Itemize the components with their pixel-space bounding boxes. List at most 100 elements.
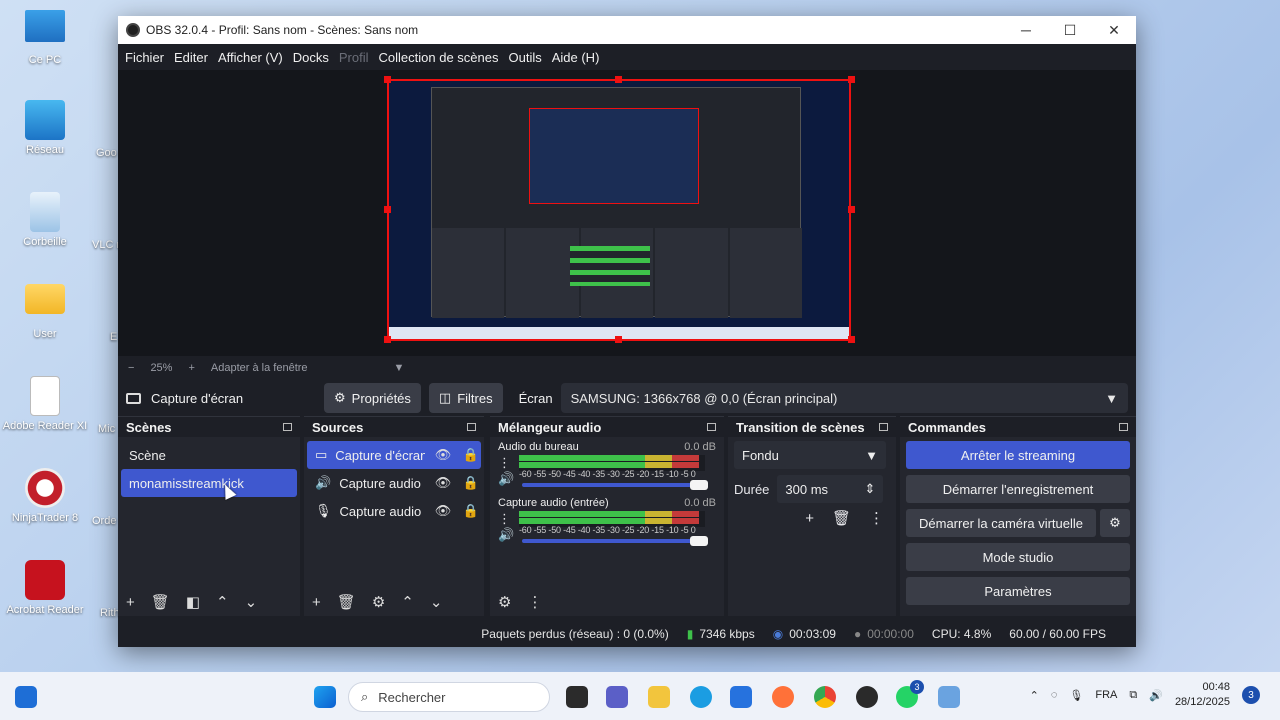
undock-icon[interactable] [467, 423, 476, 431]
title-bar[interactable]: OBS 32.0.4 - Profil: Sans nom - Scènes: … [118, 16, 1136, 44]
teams-icon[interactable] [606, 686, 628, 708]
desktop-icon-acrobat-reader[interactable]: Acrobat Reader [0, 560, 93, 616]
preview-canvas[interactable] [387, 79, 851, 341]
eye-icon[interactable]: 👁 [433, 447, 453, 463]
notification-badge[interactable]: 3 [1242, 686, 1260, 704]
desktop-icon-ninjatrader[interactable]: NinjaTrader 8 [0, 468, 93, 524]
lock-icon[interactable]: 🔒 [461, 475, 481, 491]
trash-icon[interactable]: 🗑 [832, 509, 851, 527]
start-recording-button[interactable]: Démarrer l'enregistrement [906, 475, 1130, 503]
eye-icon[interactable]: 👁 [433, 503, 453, 519]
move-up-icon[interactable]: ⌃ [216, 593, 229, 611]
chrome-icon[interactable] [814, 686, 836, 708]
resize-handle[interactable] [848, 76, 855, 83]
add-icon[interactable]: + [126, 594, 135, 611]
undock-icon[interactable] [879, 423, 888, 431]
display-icon[interactable]: ⧉ [1129, 689, 1137, 702]
move-down-icon[interactable]: ⌄ [245, 593, 258, 611]
volume-slider[interactable] [522, 480, 709, 490]
trash-icon[interactable]: 🗑 [151, 593, 170, 611]
add-icon[interactable]: + [312, 594, 321, 611]
microphone-icon[interactable]: 🎙 [1069, 689, 1083, 702]
undock-icon[interactable] [1119, 423, 1128, 431]
zoom-out-button[interactable]: − [128, 362, 134, 374]
duration-input[interactable]: 300 ms ⇕ [777, 475, 884, 503]
resize-handle[interactable] [384, 336, 391, 343]
scene-item-selected[interactable]: monamisstreamkick [121, 469, 297, 497]
edge-icon[interactable] [690, 686, 712, 708]
menu-fichier[interactable]: Fichier [120, 50, 169, 65]
move-down-icon[interactable]: ⌄ [430, 593, 443, 611]
menu-afficher[interactable]: Afficher (V) [213, 50, 288, 65]
gear-icon[interactable]: ⚙ [1100, 509, 1130, 537]
gear-icon[interactable]: ⚙ [372, 593, 385, 611]
resize-handle[interactable] [848, 206, 855, 213]
resize-handle[interactable] [615, 76, 622, 83]
obs-icon[interactable] [856, 686, 878, 708]
resize-handle[interactable] [384, 76, 391, 83]
close-button[interactable]: ✕ [1092, 16, 1136, 44]
desktop-icon-corbeille[interactable]: Corbeille [0, 192, 93, 248]
source-item[interactable]: ▭ Capture d'écran 👁 🔒 [307, 441, 481, 469]
desktop-icon-ce-pc[interactable]: Ce PC [0, 10, 93, 66]
transition-select[interactable]: Fondu ▼ [734, 441, 886, 469]
menu-outils[interactable]: Outils [503, 50, 546, 65]
undock-icon[interactable] [707, 423, 716, 431]
speaker-icon[interactable]: 🔊 [498, 527, 514, 543]
taskbar-search[interactable]: ⌕ Rechercher [348, 682, 550, 712]
desktop-icon-user[interactable]: User [0, 284, 93, 340]
chevron-up-icon[interactable]: ⌃ [1030, 689, 1039, 702]
slider-knob[interactable] [690, 536, 709, 546]
trash-icon[interactable]: 🗑 [337, 593, 356, 611]
menu-editer[interactable]: Editer [169, 50, 213, 65]
virtual-camera-button[interactable]: Démarrer la caméra virtuelle [906, 509, 1096, 537]
photos-icon[interactable] [938, 686, 960, 708]
more-icon[interactable]: ⋮ [527, 593, 542, 611]
settings-button[interactable]: Paramètres [906, 577, 1130, 605]
eye-icon[interactable]: 👁 [433, 475, 453, 491]
advanced-audio-icon[interactable]: ⚙ [498, 593, 511, 611]
add-icon[interactable]: + [805, 510, 814, 527]
store-icon[interactable] [730, 686, 752, 708]
filter-icon[interactable]: ◧ [186, 593, 200, 611]
resize-handle[interactable] [384, 206, 391, 213]
filters-button[interactable]: ◫ Filtres [428, 383, 503, 413]
undock-icon[interactable] [283, 423, 292, 431]
taskview-icon[interactable] [566, 686, 588, 708]
chevron-down-icon[interactable]: ▼ [394, 362, 405, 374]
clock[interactable]: 00:48 28/12/2025 [1175, 680, 1230, 710]
screen-select[interactable]: SAMSUNG: 1366x768 @ 0,0 (Écran principal… [560, 383, 1128, 413]
properties-button[interactable]: ⚙ Propriétés [324, 383, 421, 413]
move-up-icon[interactable]: ⌃ [401, 593, 414, 611]
lock-icon[interactable]: 🔒 [461, 503, 481, 519]
file-explorer-icon[interactable] [648, 686, 670, 708]
slider-knob[interactable] [690, 480, 709, 490]
menu-aide[interactable]: Aide (H) [547, 50, 605, 65]
source-item[interactable]: 🔊 Capture audio (so 👁 🔒 [307, 469, 481, 497]
resize-handle[interactable] [848, 336, 855, 343]
minimize-button[interactable]: ─ [1004, 16, 1048, 44]
network-icon[interactable]: ◌ [1051, 689, 1058, 701]
volume-icon[interactable]: 🔊 [1149, 689, 1163, 702]
speaker-icon[interactable]: 🔊 [498, 471, 514, 487]
firefox-icon[interactable] [772, 686, 794, 708]
start-icon[interactable] [314, 686, 336, 708]
source-item[interactable]: 🎙 Capture audio (e 👁 🔒 [307, 497, 481, 525]
menu-collection-scenes[interactable]: Collection de scènes [374, 50, 504, 65]
widgets-icon[interactable] [15, 686, 37, 708]
lock-icon[interactable]: 🔒 [461, 447, 481, 463]
studio-mode-button[interactable]: Mode studio [906, 543, 1130, 571]
more-icon[interactable]: ⋮ [498, 455, 511, 471]
desktop-icon-reseau[interactable]: Réseau [0, 100, 93, 156]
volume-slider[interactable] [522, 536, 709, 546]
stop-streaming-button[interactable]: Arrêter le streaming [906, 441, 1130, 469]
preview-area[interactable] [118, 70, 1136, 356]
fit-to-window[interactable]: Adapter à la fenêtre [211, 362, 308, 374]
language-indicator[interactable]: FRA [1095, 689, 1117, 701]
more-icon[interactable]: ⋮ [869, 509, 884, 527]
maximize-button[interactable]: ☐ [1048, 16, 1092, 44]
menu-docks[interactable]: Docks [288, 50, 334, 65]
zoom-in-button[interactable]: + [188, 362, 194, 374]
scene-item[interactable]: Scène [121, 441, 297, 469]
resize-handle[interactable] [615, 336, 622, 343]
